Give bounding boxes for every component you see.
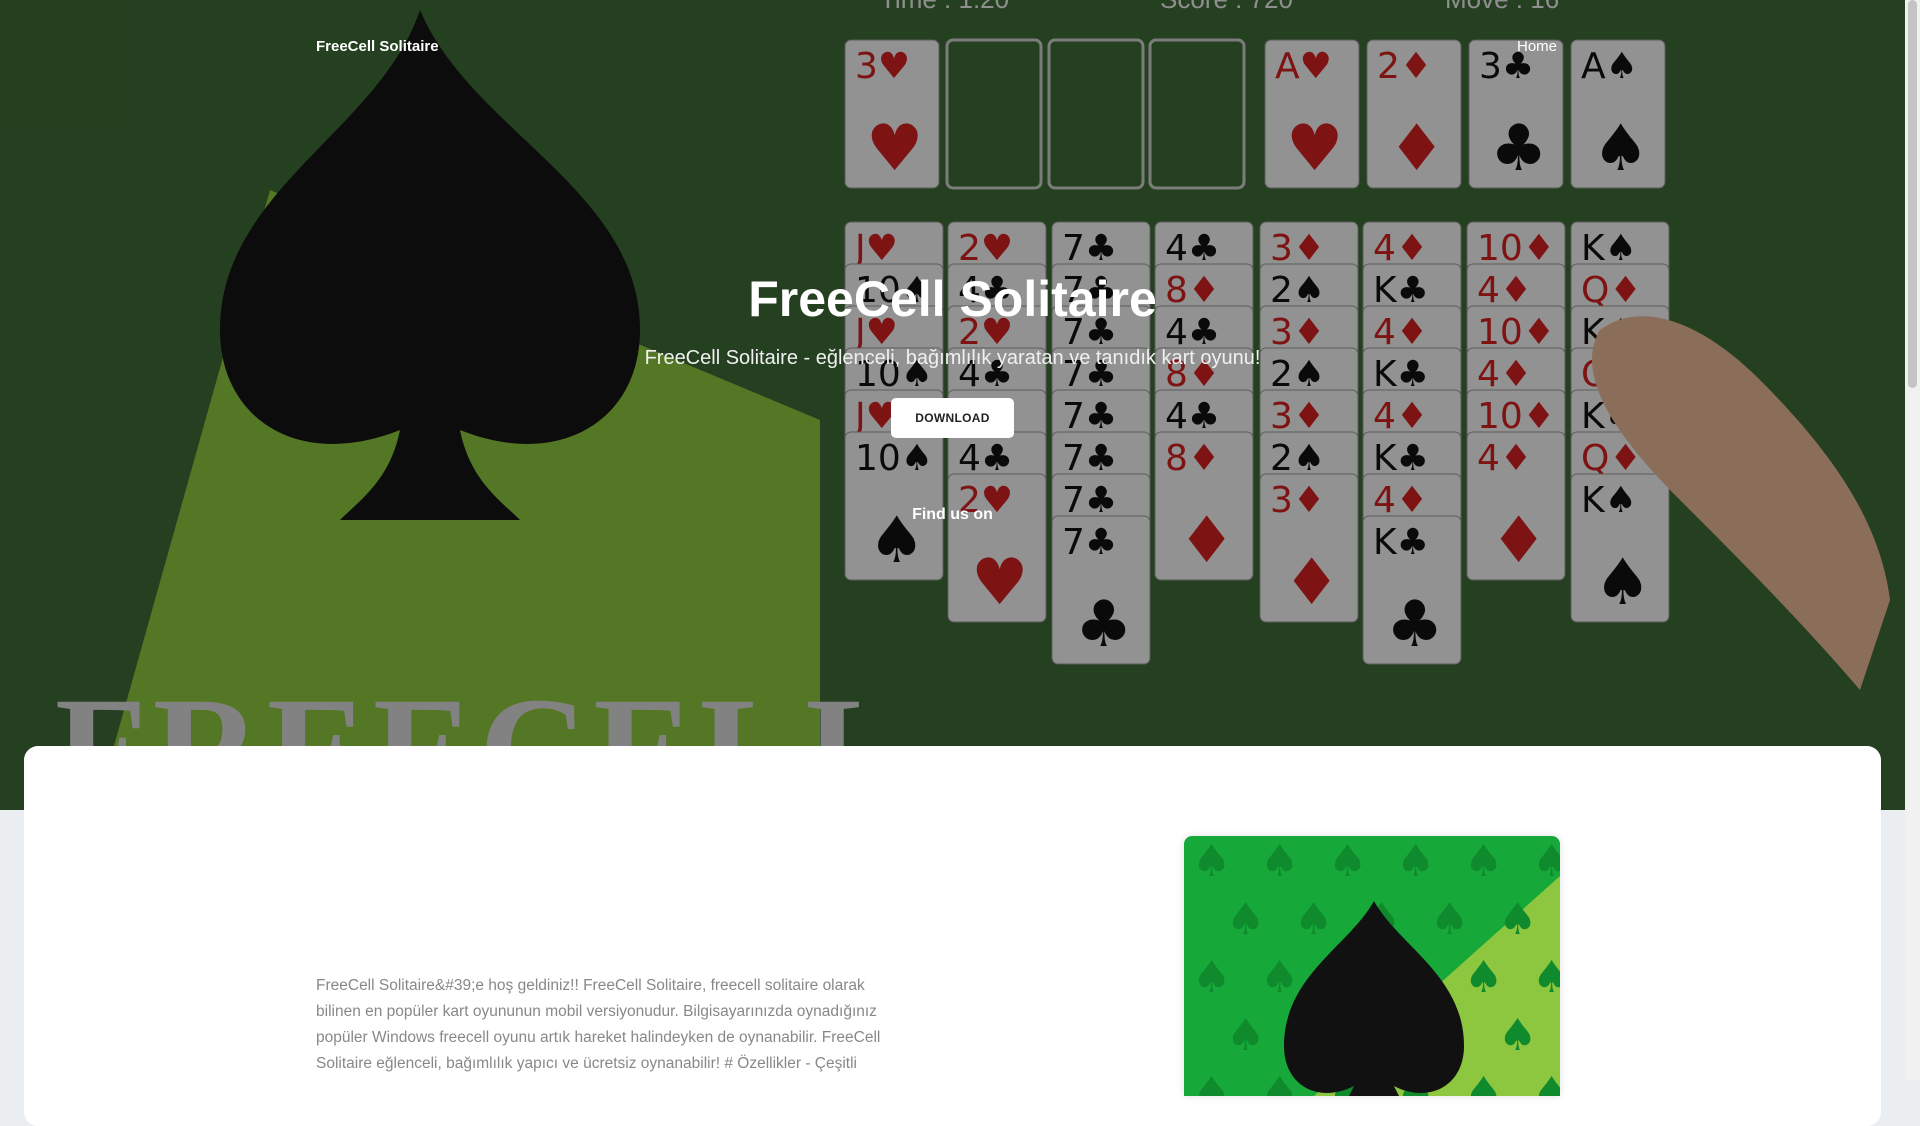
pattern-spade-icon: ♠ [1498,1010,1537,1061]
app-description: FreeCell Solitaire&#39;e hoş geldiniz!! … [316,977,881,1072]
pattern-spade-icon: ♠ [1192,1068,1231,1096]
pattern-spade-icon: ♠ [1328,836,1367,887]
pattern-spade-icon: ♠ [1464,952,1503,1003]
pattern-spade-icon: ♠ [1464,1068,1503,1096]
pattern-spade-icon: ♠ [1260,836,1299,887]
pattern-spade-icon: ♠ [1532,836,1560,887]
pattern-spade-icon: ♠ [1532,1068,1560,1096]
pattern-spade-icon: ♠ [1226,894,1265,945]
pattern-spade-icon: ♠ [1430,894,1469,945]
pattern-spade-icon: ♠ [1192,952,1231,1003]
pattern-spade-icon: ♠ [1294,894,1333,945]
hero-section: FREECELL Time : 1:20 Score : 720 Move : … [0,0,1920,810]
content-card [24,746,1881,1126]
app-icon-graphic: ♠♠♠♠♠♠♠♠♠♠♠♠♠♠♠♠♠♠♠♠♠♠♠♠♠♠♠♠♠♠ [1184,836,1560,1096]
page-scrollbar[interactable] [1905,0,1920,1080]
pattern-spade-icon: ♠ [1260,952,1299,1003]
hero-subtitle: FreeCell Solitaire - eğlenceli, bağımlıl… [644,347,1261,369]
nav-brand[interactable]: FreeCell Solitaire [316,38,439,55]
hero-title: FreeCell Solitaire [748,271,1157,327]
pattern-spade-icon: ♠ [1396,836,1435,887]
pattern-spade-icon: ♠ [1226,1010,1265,1061]
pattern-spade-icon: ♠ [1498,894,1537,945]
find-us-on-label: Find us on [912,506,993,523]
pattern-spade-icon: ♠ [1464,836,1503,887]
download-button[interactable]: DOWNLOAD [891,398,1014,438]
pattern-spade-icon: ♠ [1532,952,1560,1003]
scrollbar-thumb[interactable] [1908,0,1917,388]
pattern-spade-icon: ♠ [1192,836,1231,887]
nav-home-link[interactable]: Home [1517,38,1557,55]
app-icon-image: ♠♠♠♠♠♠♠♠♠♠♠♠♠♠♠♠♠♠♠♠♠♠♠♠♠♠♠♠♠♠ [1184,836,1560,1096]
